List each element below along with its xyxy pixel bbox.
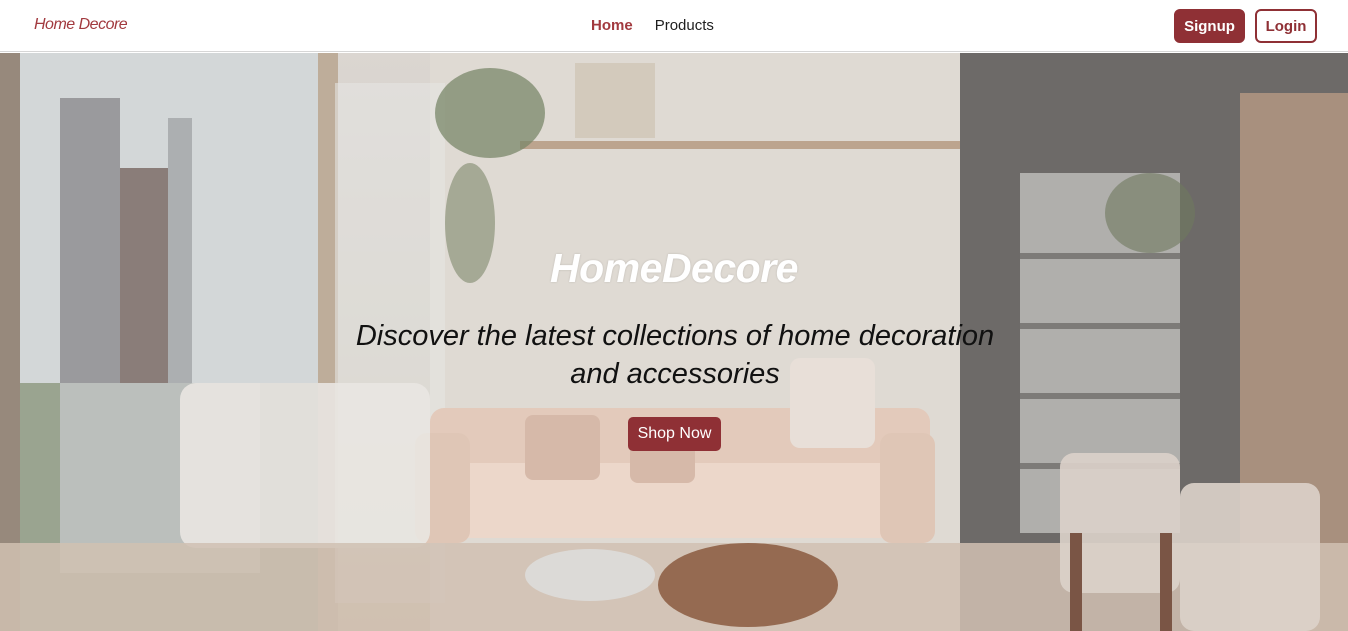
signup-button[interactable]: Signup bbox=[1174, 9, 1245, 43]
nav-link-products[interactable]: Products bbox=[655, 17, 714, 34]
hero-subtitle: Discover the latest collections of home … bbox=[355, 320, 995, 390]
hero-title: HomeDecore bbox=[550, 245, 798, 291]
brand-logo-link[interactable]: Home Decore bbox=[34, 16, 128, 34]
top-navbar: Home Decore Home Products Signup Login bbox=[0, 0, 1348, 52]
nav-link-home[interactable]: Home bbox=[591, 17, 633, 34]
nav-item-products: Products bbox=[655, 17, 714, 35]
shop-now-button[interactable]: Shop Now bbox=[628, 417, 721, 451]
hero-section: HomeDecore Discover the latest collectio… bbox=[0, 53, 1348, 631]
login-button[interactable]: Login bbox=[1255, 9, 1317, 43]
nav-item-home: Home bbox=[591, 17, 633, 35]
nav-links: Home Products bbox=[591, 17, 714, 35]
